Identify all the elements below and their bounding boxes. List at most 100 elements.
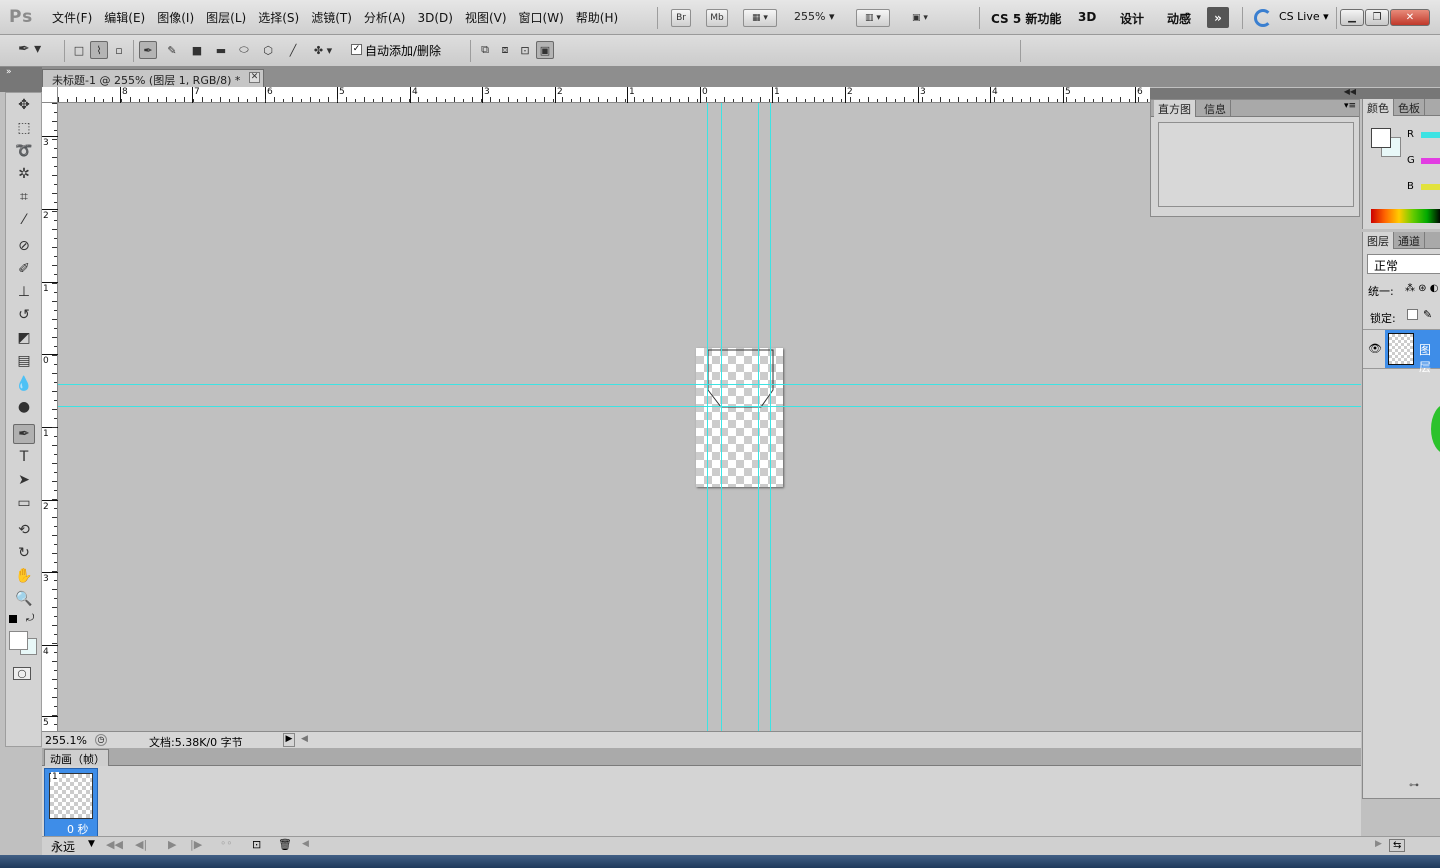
exclude-path-icon[interactable]: ▣	[536, 41, 554, 59]
rounded-rectangle-icon[interactable]: ▬	[212, 41, 230, 59]
dodge-tool-icon[interactable]: ●	[13, 397, 35, 417]
restore-button[interactable]: ❐	[1365, 9, 1389, 26]
clone-stamp-icon[interactable]: ⊥	[13, 282, 35, 302]
workspace-cs5-new[interactable]: CS 5 新功能	[991, 10, 1061, 27]
r-slider[interactable]	[1421, 132, 1440, 138]
tab-color[interactable]: 颜色	[1363, 99, 1394, 116]
first-frame-icon[interactable]: ◀◀	[106, 838, 123, 851]
timeline-toggle-icon[interactable]: ⇆	[1389, 839, 1406, 852]
rectangle-shape-icon[interactable]: ■	[188, 41, 206, 59]
minimize-button[interactable]: ▁	[1340, 9, 1364, 26]
more-workspaces-icon[interactable]: »	[1207, 7, 1229, 28]
loop-option[interactable]: 永远	[51, 838, 75, 855]
ruler-origin[interactable]	[42, 87, 58, 103]
menu-edit[interactable]: 编辑(E)	[98, 9, 151, 26]
vertical-guide[interactable]	[707, 103, 708, 731]
b-slider[interactable]	[1421, 184, 1440, 190]
intersect-path-icon[interactable]: ⊡	[516, 41, 534, 59]
menu-select[interactable]: 选择(S)	[252, 9, 305, 26]
layer-row[interactable]: 👁 图层	[1363, 329, 1440, 374]
close-document-icon[interactable]: ✕	[249, 72, 260, 83]
vertical-ruler[interactable]: 3 2 1 0 1 2 3 4 5	[42, 103, 58, 733]
lock-transparent-icon[interactable]	[1407, 309, 1418, 320]
menu-file[interactable]: 文件(F)	[46, 9, 98, 26]
zoom-tool-icon[interactable]: 🔍	[13, 589, 35, 609]
scroll-left-icon[interactable]: ◀	[302, 839, 309, 849]
tab-histogram[interactable]: 直方图	[1154, 100, 1196, 117]
horizontal-guide[interactable]	[58, 406, 1361, 407]
unify-icons[interactable]: ⁂ ⊛ ◐	[1405, 283, 1438, 294]
layer-name[interactable]: 图层	[1419, 341, 1440, 375]
foreground-color-swatch[interactable]	[1371, 128, 1391, 148]
vertical-guide[interactable]	[770, 103, 771, 731]
menu-analysis[interactable]: 分析(A)	[358, 9, 412, 26]
history-brush-icon[interactable]: ↺	[13, 305, 35, 325]
line-shape-icon[interactable]: ╱	[284, 41, 302, 59]
polygon-shape-icon[interactable]: ⬡	[259, 41, 277, 59]
hand-tool-icon[interactable]: ✋	[13, 566, 35, 586]
pen-tool-icon[interactable]: ✒	[13, 424, 35, 444]
auto-add-delete-checkbox[interactable]: ✓	[351, 44, 362, 55]
workspace-design[interactable]: 设计	[1120, 10, 1144, 27]
menu-3d[interactable]: 3D(D)	[411, 11, 458, 25]
default-colors-icon[interactable]	[9, 615, 17, 623]
shape-layers-icon[interactable]: □	[70, 41, 88, 59]
blur-tool-icon[interactable]: 💧	[13, 374, 35, 394]
tool-preset-picker[interactable]: ✒ ▾	[18, 41, 54, 61]
eyedropper-tool-icon[interactable]: ⁄	[13, 210, 35, 230]
eraser-tool-icon[interactable]: ◩	[13, 328, 35, 348]
vertical-guide[interactable]	[721, 103, 722, 731]
workspace-3d[interactable]: 3D	[1078, 10, 1096, 24]
cs-live-menu[interactable]: CS Live ▾	[1279, 10, 1329, 23]
fill-pixels-icon[interactable]: ▫	[110, 41, 128, 59]
collapse-panels-icon[interactable]: ◀◀	[1344, 87, 1356, 96]
freeform-pen-icon[interactable]: ✎	[163, 41, 181, 59]
scroll-right-icon[interactable]: ▶	[1375, 839, 1382, 849]
tab-info[interactable]: 信息	[1200, 100, 1231, 117]
duplicate-frame-icon[interactable]: ⊡	[252, 838, 261, 851]
brush-tool-icon[interactable]: ✐	[13, 259, 35, 279]
mini-bridge-button[interactable]: Mb	[706, 9, 728, 27]
vertical-guide[interactable]	[758, 103, 759, 731]
menu-help[interactable]: 帮助(H)	[570, 9, 624, 26]
marquee-tool-icon[interactable]: ⬚	[13, 118, 35, 138]
horizontal-guide[interactable]	[58, 384, 1361, 385]
horizontal-ruler[interactable]: 8 7 6 5 4 3 2 1 0 1 2 3 4 5 6	[58, 87, 1150, 103]
layer-visibility-eye-icon[interactable]: 👁	[1368, 342, 1382, 355]
animation-tab[interactable]: 动画（帧）	[44, 749, 109, 766]
arrange-documents-button[interactable]: ▥ ▾	[856, 9, 890, 27]
animation-frame[interactable]: 1 0 秒	[44, 768, 98, 837]
healing-brush-icon[interactable]: ⊘	[13, 236, 35, 256]
tools-collapse-grip[interactable]: »	[0, 67, 42, 92]
foreground-color-swatch[interactable]	[9, 631, 28, 650]
close-button[interactable]: ✕	[1390, 9, 1430, 26]
scroll-left-icon[interactable]: ◀	[301, 734, 308, 744]
g-slider[interactable]	[1421, 158, 1440, 164]
frame-delay[interactable]: 0 秒	[67, 821, 89, 837]
menu-filter[interactable]: 滤镜(T)	[305, 9, 358, 26]
delete-frame-icon[interactable]: 🗑	[278, 838, 292, 851]
paths-icon[interactable]: ⌇	[90, 41, 108, 59]
status-menu-arrow-icon[interactable]: ▶	[283, 733, 295, 747]
document-tab[interactable]: 未标题-1 @ 255% (图层 1, RGB/8) * ✕	[42, 69, 264, 87]
gradient-tool-icon[interactable]: ▤	[13, 351, 35, 371]
quick-select-tool-icon[interactable]: ✲	[13, 164, 35, 184]
play-icon[interactable]: ▶	[168, 838, 176, 851]
menu-layer[interactable]: 图层(L)	[200, 9, 252, 26]
lasso-tool-icon[interactable]: ➰	[13, 141, 35, 161]
swap-colors-icon[interactable]: ⤾	[26, 613, 34, 624]
type-tool-icon[interactable]: T	[13, 447, 35, 467]
blend-mode-select[interactable]: 正常	[1367, 254, 1440, 274]
view-extras-button[interactable]: ▦ ▾	[743, 9, 777, 27]
subtract-path-icon[interactable]: ⧈	[496, 41, 514, 59]
custom-shape-icon[interactable]: ✤ ▾	[307, 41, 339, 59]
bridge-button[interactable]: Br	[671, 9, 691, 27]
link-layers-icon[interactable]: ⊶	[1409, 780, 1419, 791]
loop-dropdown-icon[interactable]: ▼	[88, 839, 95, 849]
workspace-motion[interactable]: 动感	[1167, 10, 1191, 27]
menu-image[interactable]: 图像(I)	[151, 9, 200, 26]
pen-tool-icon[interactable]: ✒	[139, 41, 157, 59]
tween-icon[interactable]: ∘∘	[220, 838, 233, 849]
tab-channels[interactable]: 通道	[1394, 232, 1425, 249]
status-zoom[interactable]: 255.1%	[45, 734, 87, 747]
